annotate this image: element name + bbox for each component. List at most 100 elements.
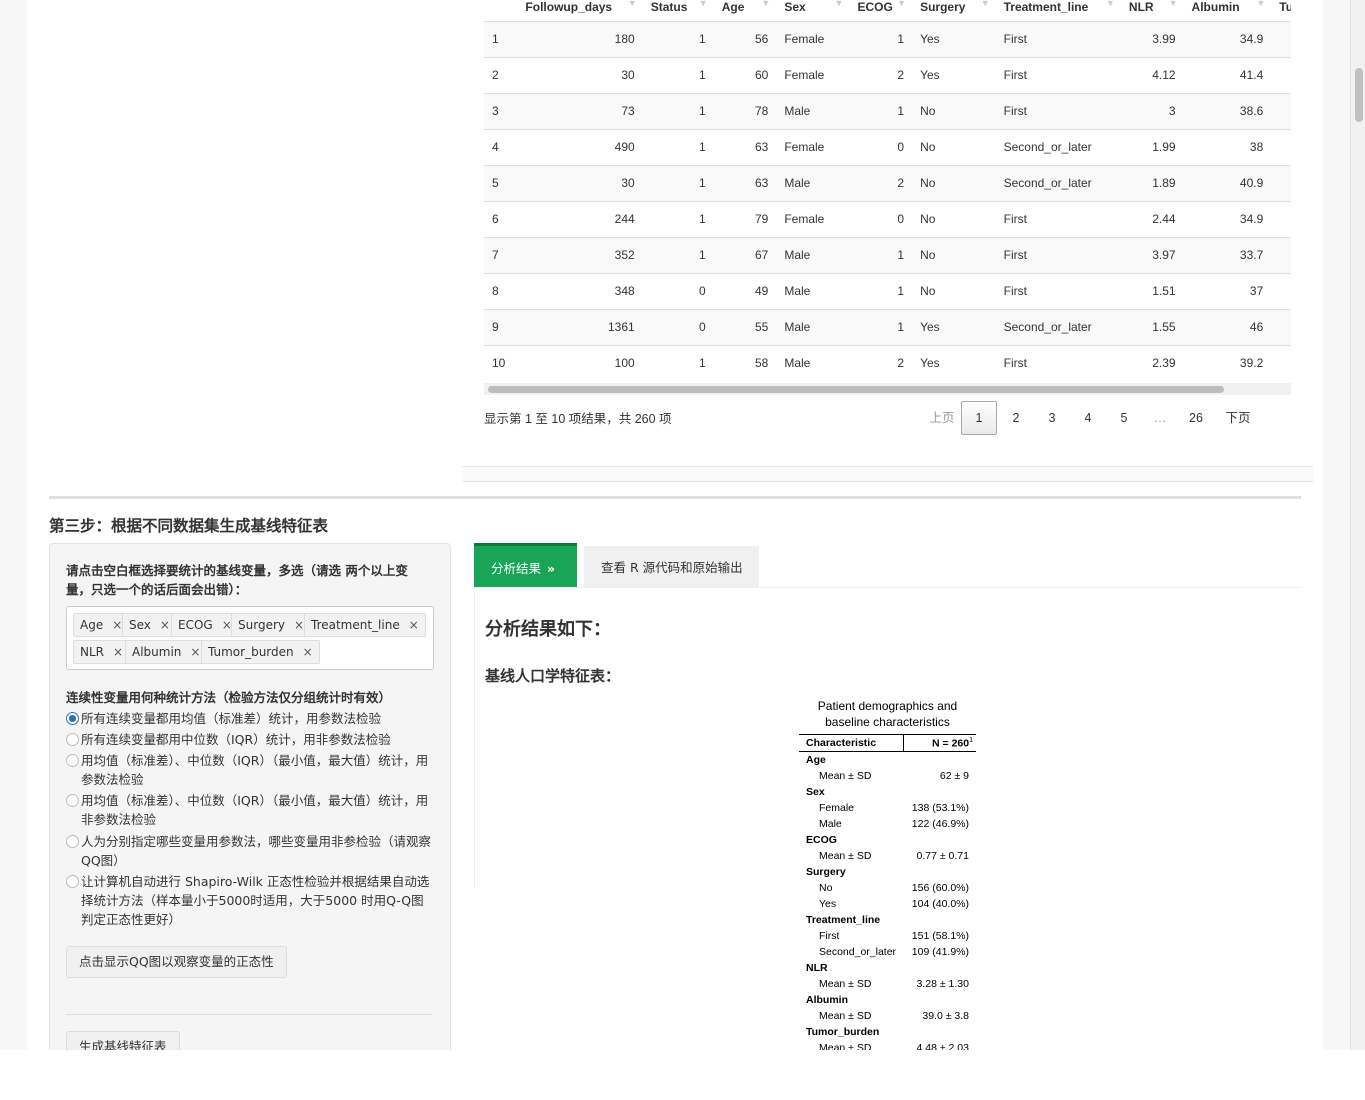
col-header[interactable]: NLR ▼ [1120, 0, 1184, 22]
generate-table-button[interactable]: 生成基线特征表 [66, 1031, 180, 1050]
radio-mixed-parametric[interactable]: 用均值（标准差）、中位数（IQR）（最小值，最大值）统计，用参数法检验 [66, 751, 432, 789]
table-cell: First [995, 344, 1121, 381]
col-header[interactable]: Status ▼ [642, 0, 714, 22]
show-qq-plot-button[interactable]: 点击显示QQ图以观察变量的正态性 [66, 946, 287, 978]
table-cell: 34.9 [1183, 200, 1272, 237]
col-header[interactable]: Tumor_▼ [1271, 0, 1291, 22]
radio-shapiro-auto[interactable]: 让计算机自动进行 Shapiro-Wilk 正态性检验并根据结果自动选择统计方法… [66, 872, 432, 929]
table-cell: 0 [849, 128, 913, 165]
chip-remove-icon[interactable]: × [190, 645, 200, 659]
table-cell: 38 [1183, 128, 1272, 165]
chip-remove-icon[interactable]: × [160, 618, 170, 632]
table-row[interactable]: 10 100 1 58 Male 2 Yes First 2.39 39.2 [484, 344, 1291, 381]
table-row[interactable]: 3 73 1 78 Male 1 No First 3 38.6 [484, 92, 1291, 129]
col-header[interactable]: Age ▼ [713, 0, 777, 22]
table-cell: 63 [713, 164, 777, 201]
chip-label: Age [80, 618, 104, 632]
tab-results[interactable]: 分析结果 » [474, 543, 577, 587]
summary-row: Mean ± SD 3.28 ± 1.30 [799, 976, 976, 992]
sort-icon[interactable]: ▼ [835, 0, 844, 8]
radio-button-icon[interactable] [66, 794, 79, 807]
sort-icon[interactable]: ▼ [761, 0, 770, 8]
table-cell: 1 [642, 128, 714, 165]
pager-page-26[interactable]: 26 [1179, 402, 1213, 434]
pager-next-button[interactable]: 下页 [1221, 402, 1255, 434]
table-row[interactable]: 2 30 1 60 Female 2 Yes First 4.12 41.4 [484, 56, 1291, 93]
table-cell: 1 [642, 92, 714, 129]
variable-multiselect[interactable]: Age × Sex × ECOG × Surgery × Treatment_line ×… [66, 606, 434, 670]
summary-row: Tumor_burden [799, 1024, 976, 1040]
radio-mean-sd-parametric[interactable]: 所有连续变量都用均值（标准差）统计，用参数法检验 [66, 709, 432, 728]
radio-button-icon[interactable] [66, 712, 79, 725]
table-cell: 8 [484, 272, 518, 309]
vertical-scrollbar-thumb[interactable] [1355, 68, 1363, 122]
table-cell: Second_or_later [995, 308, 1121, 345]
table-cell: 180 [517, 20, 643, 57]
chip-remove-icon[interactable]: × [113, 645, 123, 659]
table-row[interactable]: 7 352 1 67 Male 1 No First 3.97 33.7 [484, 236, 1291, 273]
pager-page-2[interactable]: 2 [999, 402, 1033, 434]
chip-remove-icon[interactable]: × [294, 618, 304, 632]
summary-col-characteristic: Characteristic [806, 737, 877, 749]
results-heading: 分析结果如下： [485, 619, 611, 640]
col-header[interactable]: Surgery ▼ [912, 0, 996, 22]
sort-icon[interactable]: ▼ [628, 0, 637, 8]
horizontal-scrollbar-thumb[interactable] [488, 386, 1224, 393]
summary-row: Second_or_later 109 (41.9%) [799, 944, 976, 960]
radio-button-icon[interactable] [66, 733, 79, 746]
sort-icon[interactable]: ▼ [699, 0, 708, 8]
summary-row-value: 39.0 ± 3.8 [922, 1010, 969, 1022]
radio-median-iqr-nonparametric[interactable]: 所有连续变量都用中位数（IQR）统计，用非参数法检验 [66, 730, 432, 749]
tab-r-source[interactable]: 查看 R 源代码和原始输出 [584, 546, 759, 587]
table-cell [1271, 56, 1291, 93]
pager-page-1[interactable]: 1 [961, 401, 997, 435]
summary-row: Yes 104 (40.0%) [799, 896, 976, 912]
table-row[interactable]: 5 30 1 63 Male 2 No Second_or_later 1.89 40.9 [484, 164, 1291, 201]
col-header[interactable]: Sex ▼ [776, 0, 850, 22]
col-header[interactable]: Albumin ▼ [1183, 0, 1272, 22]
data-table-viewport[interactable]: Followup_days ▼ Status ▼ Age ▼ Sex ▼ ECOG ▼ Surger… [484, 0, 1291, 385]
sort-icon[interactable]: ▼ [1256, 0, 1265, 8]
summary-col-n: N = 2601 [932, 737, 973, 750]
chip-label: Treatment_line [311, 618, 400, 632]
summary-row: Mean ± SD 62 ± 9 [799, 768, 976, 784]
pager-page-3[interactable]: 3 [1035, 402, 1069, 434]
col-header[interactable]: Treatment_line ▼ [995, 0, 1121, 22]
radio-button-icon[interactable] [66, 875, 79, 888]
table-cell: 58 [713, 344, 777, 381]
table-cell: 1 [849, 272, 913, 309]
summary-row: First 151 (58.1%) [799, 928, 976, 944]
sort-icon[interactable]: ▼ [1169, 0, 1178, 8]
radio-manual[interactable]: 人为分别指定哪些变量用参数法，哪些变量用非参检验（请观察QQ图） [66, 832, 432, 870]
table-row[interactable]: 1 180 1 56 Female 1 Yes First 3.99 34.9 [484, 20, 1291, 57]
chip-remove-icon[interactable]: × [409, 618, 419, 632]
sort-icon[interactable]: ▼ [897, 0, 906, 8]
pager-page-4[interactable]: 4 [1071, 402, 1105, 434]
table-cell: 49 [713, 272, 777, 309]
summary-row-value: 62 ± 9 [939, 770, 969, 782]
table-row[interactable]: 6 244 1 79 Female 0 No First 2.44 34.9 [484, 200, 1291, 237]
chip-remove-icon[interactable]: × [112, 618, 122, 632]
col-header[interactable]: Followup_days ▼ [517, 0, 643, 22]
sort-icon[interactable]: ▼ [981, 0, 990, 8]
summary-row-label: No [819, 882, 833, 894]
chip-treatment-line: Treatment_line × [304, 613, 426, 637]
radio-mixed-nonparametric[interactable]: 用均值（标准差）、中位数（IQR）（最小值，最大值）统计，用非参数法检验 [66, 791, 432, 829]
table-cell [1271, 236, 1291, 273]
vertical-scrollbar[interactable] [1350, 0, 1365, 1050]
table-cell: Yes [912, 308, 996, 345]
table-row[interactable]: 9 1361 0 55 Male 1 Yes Second_or_later 1.55 46 [484, 308, 1291, 345]
sort-icon[interactable]: ▼ [1106, 0, 1115, 8]
chip-surgery: Surgery × [231, 613, 312, 637]
chip-remove-icon[interactable]: × [303, 645, 313, 659]
pager-prev-button[interactable]: 上页 [925, 402, 959, 434]
col-header[interactable]: ECOG ▼ [849, 0, 913, 22]
radio-button-icon[interactable] [66, 835, 79, 848]
radio-button-icon[interactable] [66, 754, 79, 767]
table-row[interactable]: 4 490 1 63 Female 0 No Second_or_later 1.99 38 [484, 128, 1291, 165]
col-header-label: Status [650, 0, 688, 14]
horizontal-scrollbar[interactable] [484, 383, 1291, 395]
pager-page-5[interactable]: 5 [1107, 402, 1141, 434]
summary-header-separator [903, 735, 904, 751]
table-row[interactable]: 8 348 0 49 Male 1 No First 1.51 37 [484, 272, 1291, 309]
